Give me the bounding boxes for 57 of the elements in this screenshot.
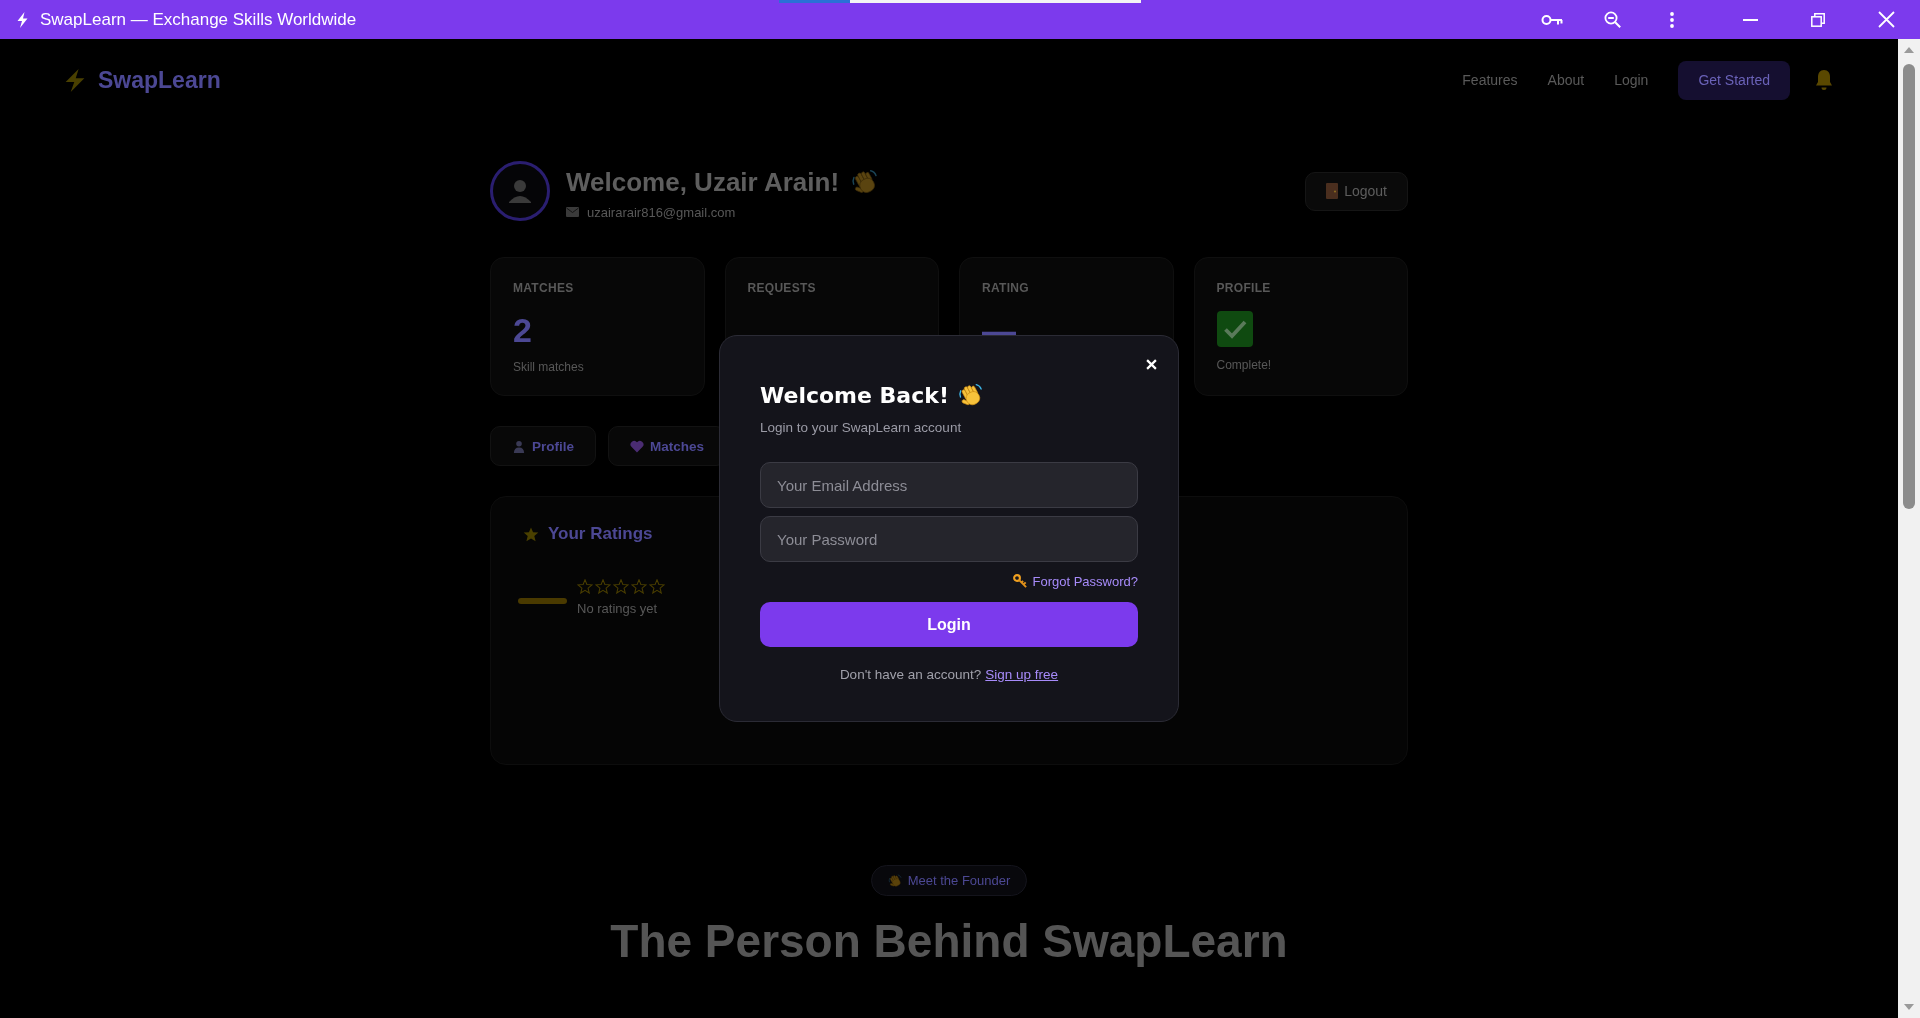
welcome-heading: Welcome, Uzair Arain! [566,166,840,198]
person-icon [512,439,526,453]
check-box-icon [1216,311,1253,347]
logout-button[interactable]: Logout [1305,171,1408,211]
minimize-icon[interactable] [1742,18,1758,21]
bolt-icon [17,11,28,28]
signup-link[interactable]: Sign up free [985,666,1059,682]
key-icon [1012,574,1027,588]
stat-note: Complete! [1216,357,1272,373]
scrollbar[interactable] [1898,39,1920,1018]
stat-label: RATING [982,280,1029,296]
close-icon[interactable] [1146,359,1157,370]
wave-hand-icon [887,873,902,888]
more-options-icon[interactable] [1670,11,1674,28]
wave-hand-icon [851,168,879,196]
tab[interactable]: Profile [490,426,596,466]
envelope-icon [566,207,579,217]
key-icon[interactable] [1541,13,1563,26]
wave-hand-icon [957,382,983,408]
stat-label: PROFILE [1216,280,1271,296]
door-icon [1326,183,1339,199]
restore-icon[interactable] [1811,12,1825,27]
input-field[interactable]: Your Email Address [760,462,1138,508]
brand-name[interactable]: SwapLearn [98,66,221,94]
accent-bar [518,598,567,604]
heart-icon [630,439,644,453]
nav-link[interactable]: Features [1462,72,1518,88]
input-field[interactable]: Your Password [760,516,1138,562]
user-email: uzairarair816@gmail.com [587,204,736,220]
star-outline-icon [649,578,665,594]
dialog-title: Welcome Back! [760,382,949,408]
stat-value: 2 [513,310,532,350]
get-started-button[interactable]: Get Started [1678,60,1790,100]
star-outline-icon [631,578,647,594]
nav-link[interactable]: Login [1614,72,1649,88]
stat-label: MATCHES [513,280,574,296]
nav-link[interactable]: About [1547,72,1585,88]
login-button[interactable]: Login [760,602,1138,647]
forgot-password-link[interactable]: Forgot Password? [1032,573,1138,589]
star-outline-icon [595,578,611,594]
section-label: Meet the Founder [907,873,1011,888]
zoom-out-icon[interactable] [1603,11,1621,28]
stat-note: Skill matches [513,359,584,375]
stat-value: — [982,310,1016,350]
signup-prompt: Don't have an account? [839,666,982,682]
stat-label: REQUESTS [747,280,816,296]
section-heading: The Person Behind SwapLearn [610,914,1288,969]
empty-ratings-text: No ratings yet [577,601,659,617]
bolt-icon [64,68,86,92]
star-outline-icon [577,578,593,594]
avatar [490,161,550,221]
ratings-title: Your Ratings [548,524,653,544]
star-icon [523,526,539,542]
dialog-subtitle: Login to your SwapLearn account [760,419,963,437]
scrollbar-thumb[interactable] [1903,64,1915,509]
window-title: SwapLearn — Exchange Skills Worldwide [40,9,357,30]
star-outline-icon [613,578,629,594]
